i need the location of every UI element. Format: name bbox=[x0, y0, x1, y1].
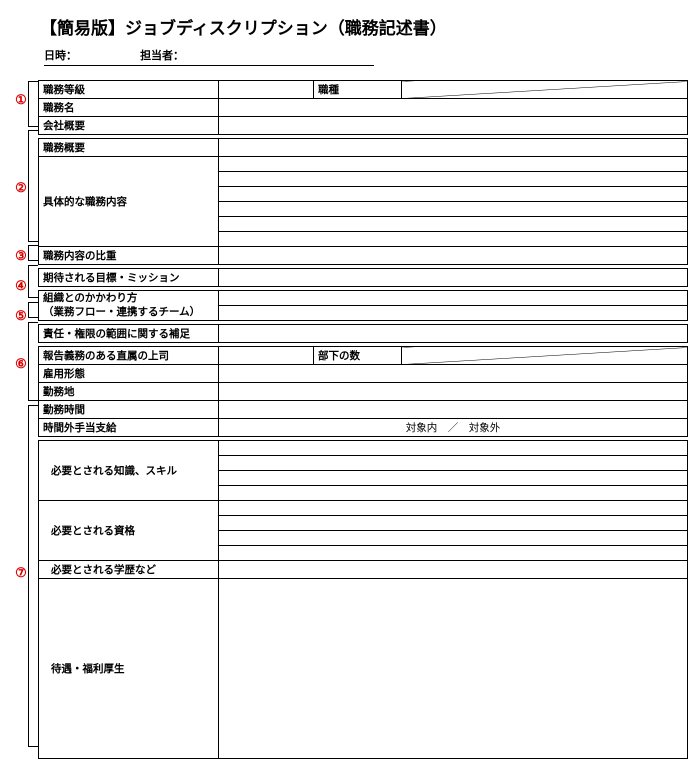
row-relation-main: 組織とのかかわり方 bbox=[43, 292, 214, 306]
row-authority-label: 責任・権限の範囲に関する補足 bbox=[39, 325, 219, 343]
row-location-value bbox=[219, 383, 688, 401]
row-welfare-value bbox=[219, 579, 688, 759]
row-relation-value-1 bbox=[219, 291, 688, 306]
section-2: 職務概要 具体的な職務内容 職務内容の比重 bbox=[38, 138, 688, 265]
row-relation-value-2 bbox=[219, 306, 688, 321]
row-grade-value bbox=[219, 81, 314, 99]
row-overtime-label: 時間外手当支給 bbox=[39, 419, 219, 437]
row-authority-value bbox=[219, 325, 688, 343]
row-detail-label: 具体的な職務内容 bbox=[39, 157, 219, 247]
section-5: 責任・権限の範囲に関する補足 bbox=[38, 324, 688, 343]
row-boss-value bbox=[219, 347, 314, 365]
row-mission-value bbox=[219, 269, 688, 287]
bracket-2 bbox=[28, 130, 38, 242]
person-label: 担当者： bbox=[140, 50, 184, 62]
row-knowledge-label: 必要とされる知識、スキル bbox=[39, 441, 219, 501]
row-type-value bbox=[402, 81, 688, 99]
row-qualification-3 bbox=[219, 531, 688, 546]
section-3: 期待される目標・ミッション bbox=[38, 268, 688, 287]
section-4: 組織とのかかわり方 （業務フロー・連携するチーム） bbox=[38, 290, 688, 321]
row-weight-label: 職務内容の比重 bbox=[39, 247, 219, 265]
row-name-value bbox=[219, 99, 688, 117]
bracket-5 bbox=[28, 302, 38, 318]
row-location-label: 勤務地 bbox=[39, 383, 219, 401]
row-relation-sub: （業務フロー・連携するチーム） bbox=[43, 306, 214, 320]
row-boss-label: 報告義務のある直属の上司 bbox=[39, 347, 219, 365]
row-education-label: 必要とされる学歴など bbox=[39, 561, 219, 579]
row-qualification-1 bbox=[219, 501, 688, 516]
row-knowledge-1 bbox=[219, 441, 688, 456]
row-detail-5 bbox=[219, 217, 688, 232]
row-detail-1 bbox=[219, 157, 688, 172]
row-detail-3 bbox=[219, 187, 688, 202]
row-hours-label: 勤務時間 bbox=[39, 401, 219, 419]
row-knowledge-4 bbox=[219, 486, 688, 501]
row-employment-label: 雇用形態 bbox=[39, 365, 219, 383]
row-detail-6 bbox=[219, 232, 688, 247]
form-sheet: 職務等級 職種 職務名 会社概要 職務概要 具体的な職務内容 職務内容の比重 期… bbox=[38, 80, 688, 759]
row-qualification-2 bbox=[219, 516, 688, 531]
bracket-4 bbox=[28, 265, 38, 298]
row-overview-value bbox=[219, 139, 688, 157]
meta-line: 日時： 担当者： bbox=[0, 39, 700, 66]
document-title: 【簡易版】ジョブディスクリプション（職務記述書） bbox=[0, 0, 700, 39]
row-weight-value bbox=[219, 247, 688, 265]
section-6: 報告義務のある直属の上司 部下の数 雇用形態 勤務地 勤務時間 時間外手当支給 … bbox=[38, 346, 688, 437]
row-mission-label: 期待される目標・ミッション bbox=[39, 269, 219, 287]
row-knowledge-2 bbox=[219, 456, 688, 471]
row-type-label: 職種 bbox=[314, 81, 402, 99]
row-hours-value bbox=[219, 401, 688, 419]
row-overview-label: 職務概要 bbox=[39, 139, 219, 157]
row-employment-value bbox=[219, 365, 688, 383]
row-detail-2 bbox=[219, 172, 688, 187]
row-qualification-label: 必要とされる資格 bbox=[39, 501, 219, 561]
row-grade-label: 職務等級 bbox=[39, 81, 219, 99]
date-label: 日時： bbox=[44, 50, 77, 62]
section-1: 職務等級 職種 職務名 会社概要 bbox=[38, 80, 688, 135]
row-subordinates-value bbox=[402, 347, 688, 365]
row-company-value bbox=[219, 117, 688, 135]
row-name-label: 職務名 bbox=[39, 99, 219, 117]
row-qualification-4 bbox=[219, 546, 688, 561]
section-7: 必要とされる知識、スキル 必要とされる資格 必要とされる学歴など 待遇・福利厚生 bbox=[38, 440, 688, 759]
row-knowledge-3 bbox=[219, 471, 688, 486]
row-subordinates-label: 部下の数 bbox=[314, 347, 402, 365]
bracket-6 bbox=[28, 322, 38, 401]
bracket-7 bbox=[28, 405, 38, 747]
row-education-value bbox=[219, 561, 688, 579]
row-detail-4 bbox=[219, 202, 688, 217]
row-welfare-label: 待遇・福利厚生 bbox=[39, 579, 219, 759]
bracket-3 bbox=[28, 245, 38, 261]
row-relation-label: 組織とのかかわり方 （業務フロー・連携するチーム） bbox=[39, 291, 219, 321]
row-overtime-value: 対象内 ／ 対象外 bbox=[219, 419, 688, 437]
bracket-1 bbox=[28, 81, 38, 127]
row-company-label: 会社概要 bbox=[39, 117, 219, 135]
